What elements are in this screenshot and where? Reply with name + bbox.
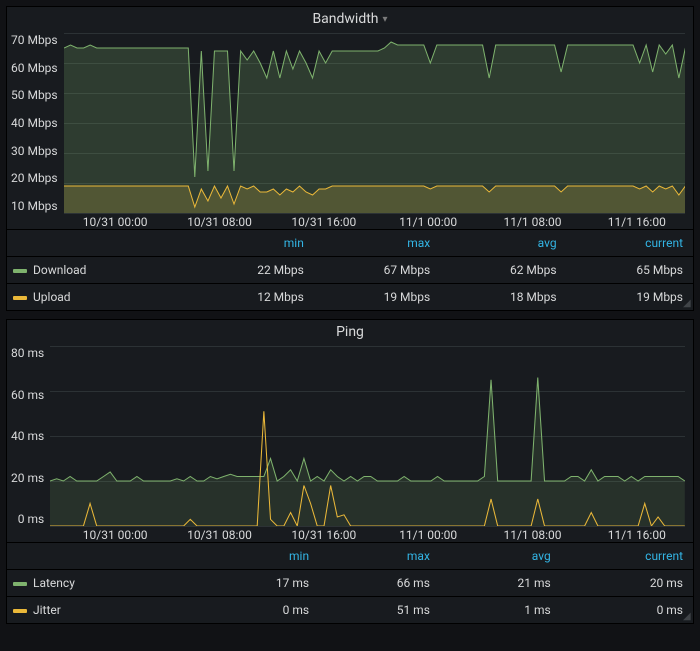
panel-title[interactable]: Ping bbox=[7, 320, 693, 342]
legend-value-max: 67 Mbps bbox=[314, 257, 440, 284]
x-tick-label: 10/31 16:00 bbox=[272, 215, 376, 229]
legend-header-min[interactable]: min bbox=[198, 543, 319, 570]
y-axis: 70 Mbps 60 Mbps 50 Mbps 40 Mbps 30 Mbps 20 Mb… bbox=[11, 33, 64, 213]
x-tick-label: 10/31 08:00 bbox=[167, 528, 271, 542]
x-axis: 10/31 00:0010/31 08:0010/31 16:0011/1 00… bbox=[63, 213, 693, 229]
y-tick-label: 40 Mbps bbox=[11, 116, 58, 130]
x-tick-label: 10/31 00:00 bbox=[63, 215, 167, 229]
x-tick-label: 11/1 00:00 bbox=[376, 528, 480, 542]
chart-area[interactable]: 80 ms 60 ms 40 ms 20 ms 0 ms bbox=[7, 342, 693, 526]
y-tick-label: 50 Mbps bbox=[11, 88, 58, 102]
legend-header-max[interactable]: max bbox=[319, 543, 440, 570]
legend-series-name: Jitter bbox=[33, 603, 61, 617]
panel-title-text: Bandwidth bbox=[312, 11, 378, 27]
y-tick-label: 20 ms bbox=[11, 471, 44, 485]
legend-swatch-icon bbox=[13, 296, 27, 300]
legend-value-min: 0 ms bbox=[198, 597, 319, 624]
legend-value-max: 19 Mbps bbox=[314, 284, 440, 311]
series-line bbox=[50, 378, 685, 482]
legend-row[interactable]: Jitter0 ms51 ms1 ms0 ms bbox=[7, 597, 693, 624]
legend-swatch-icon bbox=[13, 269, 27, 273]
legend-series-name: Upload bbox=[33, 290, 71, 304]
series-fill bbox=[50, 378, 685, 527]
legend-table: minmaxavgcurrent Latency 17 ms66 ms21 ms20… bbox=[7, 542, 693, 623]
x-tick-label: 11/1 08:00 bbox=[480, 528, 584, 542]
chart-svg bbox=[50, 346, 685, 526]
legend-value-current: 19 Mbps bbox=[567, 284, 693, 311]
legend-swatch-icon bbox=[13, 582, 27, 586]
chart-area[interactable]: 70 Mbps 60 Mbps 50 Mbps 40 Mbps 30 Mbps 20 Mb… bbox=[7, 29, 693, 213]
legend-value-avg: 62 Mbps bbox=[440, 257, 566, 284]
legend-value-avg: 21 ms bbox=[440, 570, 561, 597]
plot[interactable] bbox=[50, 346, 685, 526]
legend-value-max: 51 ms bbox=[319, 597, 440, 624]
series-fill bbox=[64, 42, 685, 213]
page: Bandwidth▾ 70 Mbps 60 Mbps 50 Mbps 40 Mbps 30… bbox=[0, 0, 700, 638]
panel-bandwidth[interactable]: Bandwidth▾ 70 Mbps 60 Mbps 50 Mbps 40 Mbps 30… bbox=[6, 6, 694, 311]
legend-header-avg[interactable]: avg bbox=[440, 543, 561, 570]
legend-value-current: 65 Mbps bbox=[567, 257, 693, 284]
y-tick-label: 40 ms bbox=[11, 429, 44, 443]
legend-value-avg: 1 ms bbox=[440, 597, 561, 624]
y-tick-label: 80 ms bbox=[11, 346, 44, 360]
legend-table: minmaxavgcurrent Download 22 Mbps67 Mbps62… bbox=[7, 229, 693, 310]
legend-series-name: Download bbox=[33, 263, 86, 277]
y-tick-label: 0 ms bbox=[11, 512, 44, 526]
legend-blank-header bbox=[7, 543, 198, 570]
y-axis: 80 ms 60 ms 40 ms 20 ms 0 ms bbox=[11, 346, 50, 526]
legend-series-cell[interactable]: Upload bbox=[7, 284, 187, 311]
legend-header-min[interactable]: min bbox=[187, 230, 313, 257]
y-tick-label: 20 Mbps bbox=[11, 171, 58, 185]
x-tick-label: 11/1 16:00 bbox=[585, 215, 689, 229]
legend-header-current[interactable]: current bbox=[561, 543, 693, 570]
legend-value-min: 22 Mbps bbox=[187, 257, 313, 284]
x-tick-label: 10/31 16:00 bbox=[272, 528, 376, 542]
x-tick-label: 11/1 08:00 bbox=[480, 215, 584, 229]
chart-svg bbox=[64, 33, 685, 213]
y-tick-label: 70 Mbps bbox=[11, 33, 58, 47]
panel-title-text: Ping bbox=[336, 324, 364, 340]
legend-series-cell[interactable]: Jitter bbox=[7, 597, 198, 624]
legend-blank-header bbox=[7, 230, 187, 257]
legend-value-min: 17 ms bbox=[198, 570, 319, 597]
grid-line bbox=[64, 213, 685, 214]
legend-row[interactable]: Upload12 Mbps19 Mbps18 Mbps19 Mbps bbox=[7, 284, 693, 311]
panel-ping[interactable]: Ping80 ms60 ms40 ms20 ms0 ms10/31 00:001… bbox=[6, 319, 694, 624]
legend-row[interactable]: Latency 17 ms66 ms21 ms20 ms bbox=[7, 570, 693, 597]
legend-value-current: 20 ms bbox=[561, 570, 693, 597]
legend-series-cell[interactable]: Latency bbox=[7, 570, 198, 597]
legend-value-max: 66 ms bbox=[319, 570, 440, 597]
y-tick-label: 10 Mbps bbox=[11, 199, 58, 213]
y-tick-label: 30 Mbps bbox=[11, 144, 58, 158]
grid-line bbox=[50, 526, 685, 527]
y-tick-label: 60 ms bbox=[11, 388, 44, 402]
plot[interactable] bbox=[64, 33, 685, 213]
y-tick-label: 60 Mbps bbox=[11, 61, 58, 75]
legend-value-avg: 18 Mbps bbox=[440, 284, 566, 311]
legend-series-cell[interactable]: Download bbox=[7, 257, 187, 284]
legend-row[interactable]: Download 22 Mbps67 Mbps62 Mbps65 Mbps bbox=[7, 257, 693, 284]
legend-value-min: 12 Mbps bbox=[187, 284, 313, 311]
legend-value-current: 0 ms bbox=[561, 597, 693, 624]
x-tick-label: 11/1 00:00 bbox=[376, 215, 480, 229]
panel-title[interactable]: Bandwidth▾ bbox=[7, 7, 693, 29]
legend-header-current[interactable]: current bbox=[567, 230, 693, 257]
legend-swatch-icon bbox=[13, 609, 27, 613]
x-tick-label: 10/31 08:00 bbox=[167, 215, 271, 229]
chevron-down-icon: ▾ bbox=[379, 14, 388, 25]
legend-header-max[interactable]: max bbox=[314, 230, 440, 257]
x-tick-label: 11/1 16:00 bbox=[585, 528, 689, 542]
x-axis: 10/31 00:0010/31 08:0010/31 16:0011/1 00… bbox=[63, 526, 693, 542]
resize-handle-icon[interactable]: ◢ bbox=[683, 300, 691, 308]
legend-series-name: Latency bbox=[33, 576, 75, 590]
resize-handle-icon[interactable]: ◢ bbox=[683, 613, 691, 621]
legend-header-avg[interactable]: avg bbox=[440, 230, 566, 257]
x-tick-label: 10/31 00:00 bbox=[63, 528, 167, 542]
